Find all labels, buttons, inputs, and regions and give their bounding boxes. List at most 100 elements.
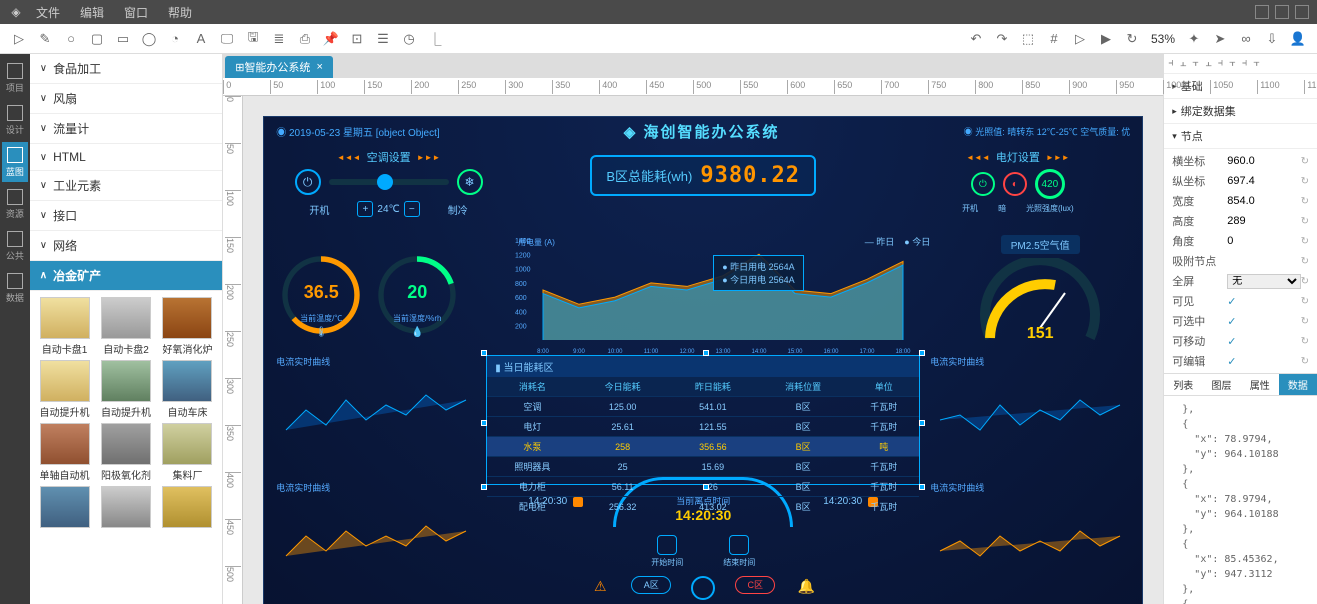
ac-slider[interactable] <box>329 179 449 185</box>
align-top-icon[interactable]: ⫠ <box>1205 57 1212 70</box>
pipe-tool-icon[interactable]: ⎿ <box>425 29 445 49</box>
circle-tool-icon[interactable]: ○ <box>61 29 81 49</box>
thumb-item[interactable]: 自动提升机 <box>97 360 154 419</box>
text-tool-icon[interactable]: A <box>191 29 211 49</box>
prop-input[interactable] <box>1227 195 1300 207</box>
json-preview[interactable]: }, { "x": 78.9794, "y": 964.10188 }, { "… <box>1164 396 1317 604</box>
start-time-button[interactable]: 开始时间 <box>651 535 683 568</box>
thumb-item[interactable]: 自动卡盘2 <box>97 297 154 356</box>
align-left-icon[interactable]: ⫞ <box>1168 57 1174 70</box>
refresh-icon[interactable]: ↻ <box>1122 29 1142 49</box>
align-right-icon[interactable]: ⫟ <box>1192 57 1199 70</box>
ac-power-knob[interactable]: ⏻ <box>295 169 321 195</box>
section-node[interactable]: ▾节点 <box>1164 124 1317 149</box>
save-tool-icon[interactable]: 🖫 <box>243 29 263 49</box>
category-metallurgy[interactable]: ∧冶金矿产 <box>30 261 222 291</box>
design-canvas[interactable]: ◉ 2019-05-23 星期五 [object Object] ◈ 海创智能办… <box>243 96 1163 604</box>
list-tool-icon[interactable]: ☰ <box>373 29 393 49</box>
tab-close-icon[interactable]: × <box>316 61 322 73</box>
prop-reset-icon[interactable]: ↻ <box>1301 296 1309 307</box>
prop-reset-icon[interactable]: ↻ <box>1301 216 1309 227</box>
share-icon[interactable]: ∞ <box>1236 29 1256 49</box>
align-middle-icon[interactable]: ⫞ <box>1218 57 1224 70</box>
prop-checkbox[interactable]: ✓ <box>1227 335 1300 348</box>
distribute-h-icon[interactable]: ⫞ <box>1242 57 1248 70</box>
crop-icon[interactable]: ⬚ <box>1018 29 1038 49</box>
category-interface[interactable]: ∨接口 <box>30 201 222 231</box>
zone-a-button[interactable]: A区 <box>631 576 671 594</box>
play-icon[interactable]: ▶ <box>1096 29 1116 49</box>
redo-icon[interactable]: ↷ <box>992 29 1012 49</box>
menu-edit[interactable]: 编辑 <box>80 4 104 21</box>
sidebar-item-project[interactable]: 项目 <box>2 58 28 98</box>
tab-attr[interactable]: 属性 <box>1241 374 1279 395</box>
prop-reset-icon[interactable]: ↻ <box>1301 356 1309 367</box>
section-basic[interactable]: ▸基础 <box>1164 74 1317 99</box>
tab-list[interactable]: 列表 <box>1164 374 1202 395</box>
download-icon[interactable]: ⇩ <box>1262 29 1282 49</box>
ac-mode-knob[interactable]: ❄ <box>457 169 483 195</box>
category-flowmeter[interactable]: ∨流量计 <box>30 114 222 144</box>
document-tab[interactable]: ⊞ 智能办公系统 × <box>225 56 333 78</box>
prop-reset-icon[interactable]: ↻ <box>1301 156 1309 167</box>
align-bottom-icon[interactable]: ⫟ <box>1229 57 1236 70</box>
category-html[interactable]: ∨HTML <box>30 144 222 171</box>
thumb-item[interactable]: 自动车床 <box>159 360 216 419</box>
prop-input[interactable] <box>1227 175 1300 187</box>
thumb-item[interactable] <box>97 486 154 530</box>
sidebar-item-blueprint[interactable]: 蓝图 <box>2 142 28 182</box>
menu-help[interactable]: 帮助 <box>168 4 192 21</box>
prop-input[interactable] <box>1227 235 1300 247</box>
category-network[interactable]: ∨网络 <box>30 231 222 261</box>
thumb-item[interactable]: 集料厂 <box>159 423 216 482</box>
align-center-icon[interactable]: ⫠ <box>1180 57 1187 70</box>
minimize-button[interactable] <box>1255 5 1269 19</box>
pin-tool-icon[interactable]: 📌 <box>321 29 341 49</box>
sidebar-item-public[interactable]: 公共 <box>2 226 28 266</box>
menu-window[interactable]: 窗口 <box>124 4 148 21</box>
grid-icon[interactable]: # <box>1044 29 1064 49</box>
menu-file[interactable]: 文件 <box>36 4 60 21</box>
locate-icon[interactable]: ✦ <box>1184 29 1204 49</box>
energy-table[interactable]: ▮ 当日能耗区 消耗名今日能耗昨日能耗消耗位置单位空调125.00541.01B… <box>486 355 920 485</box>
tab-data[interactable]: 数据 <box>1279 374 1317 395</box>
dashboard-root[interactable]: ◉ 2019-05-23 星期五 [object Object] ◈ 海创智能办… <box>263 116 1143 604</box>
category-fan[interactable]: ∨风扇 <box>30 84 222 114</box>
prop-select[interactable]: 无 <box>1227 274 1300 289</box>
tab-layer[interactable]: 图层 <box>1202 374 1240 395</box>
thumb-item[interactable]: 好氧消化炉 <box>159 297 216 356</box>
send-icon[interactable]: ➤ <box>1210 29 1230 49</box>
category-industry[interactable]: ∨工业元素 <box>30 171 222 201</box>
pointer-tool-icon[interactable]: ▷ <box>9 29 29 49</box>
user-icon[interactable]: 👤 <box>1288 29 1308 49</box>
undo-icon[interactable]: ↶ <box>966 29 986 49</box>
arc-tool-icon[interactable]: ◔ <box>165 29 185 49</box>
rect-tool-icon[interactable]: ▢ <box>87 29 107 49</box>
thumb-item[interactable]: 自动卡盘1 <box>36 297 93 356</box>
ring-tool-icon[interactable]: ◯ <box>139 29 159 49</box>
prop-reset-icon[interactable]: ↻ <box>1301 196 1309 207</box>
prop-reset-icon[interactable]: ↻ <box>1301 336 1309 347</box>
close-button[interactable] <box>1295 5 1309 19</box>
sidebar-item-resource[interactable]: 资源 <box>2 184 28 224</box>
prop-reset-icon[interactable]: ↻ <box>1301 316 1309 327</box>
pen-tool-icon[interactable]: ✎ <box>35 29 55 49</box>
prop-reset-icon[interactable]: ↻ <box>1301 276 1309 287</box>
category-food[interactable]: ∨食品加工 <box>30 54 222 84</box>
prop-input[interactable] <box>1227 215 1300 227</box>
prop-input[interactable] <box>1227 155 1300 167</box>
device-tool-icon[interactable]: ⎙ <box>295 29 315 49</box>
roundrect-tool-icon[interactable]: ▭ <box>113 29 133 49</box>
sidebar-item-data[interactable]: 数据 <box>2 268 28 308</box>
center-knob[interactable] <box>691 576 715 600</box>
prop-reset-icon[interactable]: ↻ <box>1301 176 1309 187</box>
screen-tool-icon[interactable]: 🖵 <box>217 29 237 49</box>
thumb-item[interactable]: 自动提升机 <box>36 360 93 419</box>
clock-tool-icon[interactable]: ◷ <box>399 29 419 49</box>
prop-input[interactable] <box>1227 255 1300 267</box>
end-time-button[interactable]: 结束时间 <box>723 535 755 568</box>
prop-checkbox[interactable]: ✓ <box>1227 355 1300 368</box>
thumb-item[interactable] <box>36 486 93 530</box>
layers-tool-icon[interactable]: ≣ <box>269 29 289 49</box>
prop-checkbox[interactable]: ✓ <box>1227 295 1300 308</box>
